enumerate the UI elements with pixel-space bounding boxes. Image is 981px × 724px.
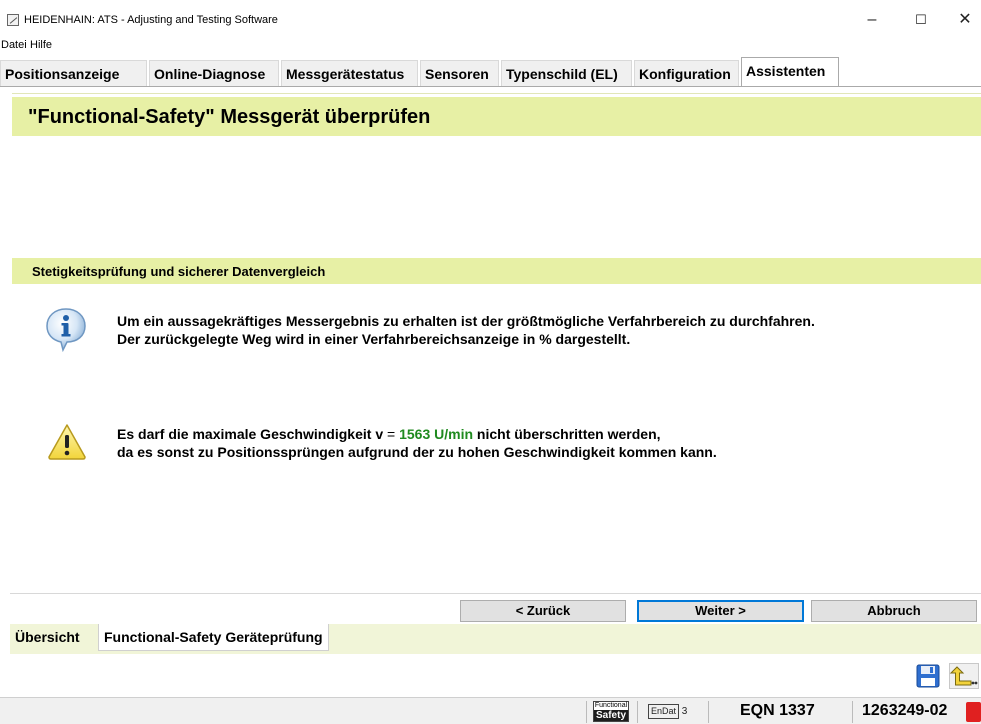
device-serial: 1263249-02 xyxy=(862,702,948,719)
info-icon xyxy=(46,308,86,352)
status-separator xyxy=(852,701,853,723)
page-header: "Functional-Safety" Messgerät überprüfen xyxy=(12,97,981,136)
title-bar: HEIDENHAIN: ATS - Adjusting and Testing … xyxy=(0,0,981,34)
content-border xyxy=(12,93,981,94)
endat-logo: EnDat 3 xyxy=(648,703,698,721)
speed-variable: v xyxy=(375,426,384,442)
device-model: EQN 1337 xyxy=(740,702,815,719)
tab-assistants[interactable]: Assistenten xyxy=(741,57,839,87)
cancel-button[interactable]: Abbruch xyxy=(811,600,977,622)
fs-logo-top-text: Functional xyxy=(594,702,628,709)
functional-safety-logo: Functional Safety xyxy=(593,701,629,722)
warning-prefix: Es darf die maximale Geschwindigkeit xyxy=(117,426,376,442)
max-speed-value: 1563 U/min xyxy=(399,426,474,442)
content-panel xyxy=(10,88,981,648)
section-header: Stetigkeitsprüfung und sicherer Datenver… xyxy=(12,258,981,284)
endat-version: 3 xyxy=(681,706,688,717)
next-button[interactable]: Weiter > xyxy=(637,600,804,622)
equals-sign: = xyxy=(383,426,400,442)
tab-sensors[interactable]: Sensoren xyxy=(420,60,499,86)
minimize-button[interactable]: – xyxy=(857,12,887,32)
tab-configuration[interactable]: Konfiguration xyxy=(634,60,739,86)
maximize-button[interactable]: ☐ xyxy=(906,12,936,32)
menu-file[interactable]: Datei xyxy=(1,39,27,51)
back-button[interactable]: < Zurück xyxy=(460,600,626,622)
app-icon xyxy=(7,14,19,26)
tab-divider xyxy=(0,86,981,87)
menu-help[interactable]: Hilfe xyxy=(30,39,52,51)
return-icon[interactable] xyxy=(949,663,979,689)
tab-device-status[interactable]: Messgerätestatus xyxy=(281,60,418,86)
warning-suffix: nicht überschritten werden, xyxy=(473,426,661,442)
status-separator xyxy=(586,701,587,723)
tab-online-diagnosis[interactable]: Online-Diagnose xyxy=(149,60,279,86)
close-button[interactable]: ✕ xyxy=(950,12,980,32)
page-title: "Functional-Safety" Messgerät überprüfen xyxy=(28,106,431,128)
warning-icon xyxy=(48,424,86,460)
tab-functional-safety-check[interactable]: Functional-Safety Geräteprüfung xyxy=(98,624,329,651)
info-text-line-2: Der zurückgelegte Weg wird in einer Verf… xyxy=(117,331,631,347)
status-indicator-icon xyxy=(966,702,981,722)
tab-overview[interactable]: Übersicht xyxy=(10,624,85,651)
menu-bar: Datei Hilfe xyxy=(0,34,981,54)
section-title: Stetigkeitsprüfung und sicherer Datenver… xyxy=(32,264,326,279)
status-bar: Functional Safety EnDat 3 EQN 1337 12632… xyxy=(0,697,981,724)
warning-text-line-1: Es darf die maximale Geschwindigkeit v =… xyxy=(117,425,661,443)
warning-text-line-2: da es sonst zu Positionssprüngen aufgrun… xyxy=(117,444,717,460)
fs-logo-bottom-text: Safety xyxy=(594,710,628,721)
save-icon[interactable] xyxy=(916,664,940,688)
window-title: HEIDENHAIN: ATS - Adjusting and Testing … xyxy=(24,14,278,26)
info-text-line-1: Um ein aussagekräftiges Messergebnis zu … xyxy=(117,313,815,329)
tab-strip: Positionsanzeige Online-Diagnose Messger… xyxy=(0,57,981,87)
tab-type-plate[interactable]: Typenschild (EL) xyxy=(501,60,632,86)
bottom-tab-strip: Übersicht Functional-Safety Geräteprüfun… xyxy=(10,624,981,654)
endat-text: EnDat xyxy=(648,704,680,719)
status-separator xyxy=(708,701,709,723)
status-separator xyxy=(637,701,638,723)
tab-position-display[interactable]: Positionsanzeige xyxy=(0,60,147,86)
nav-separator xyxy=(10,593,981,594)
